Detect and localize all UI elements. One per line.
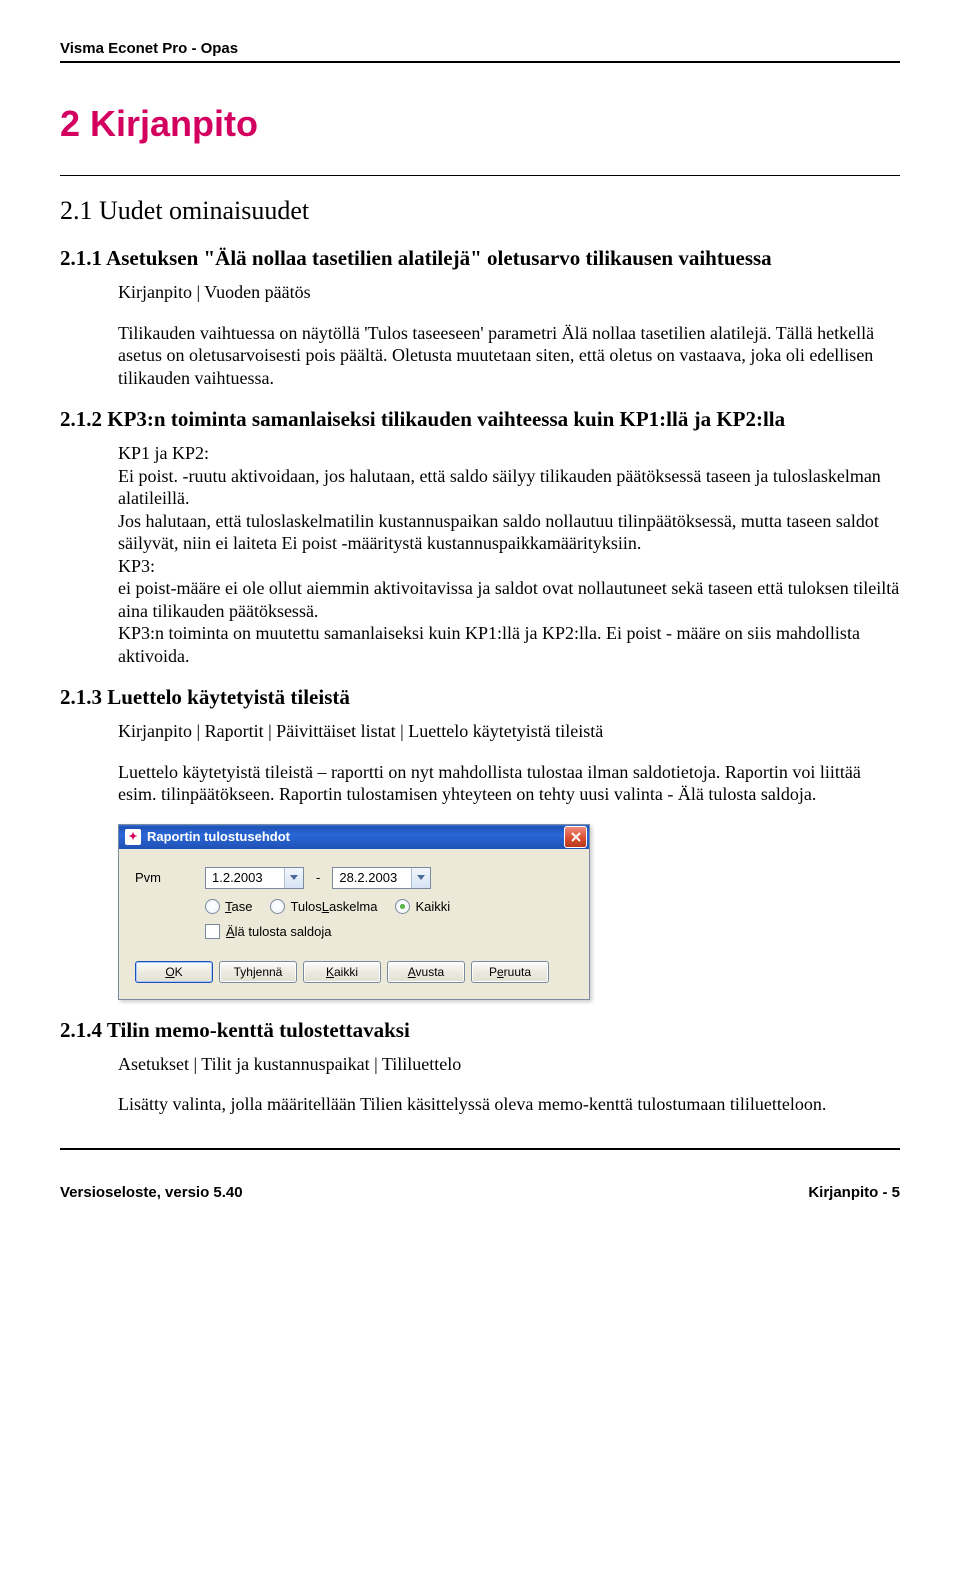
subsection-2-1-3-title: 2.1.3 Luettelo käytetyistä tileistä	[60, 685, 900, 710]
section-2-1-4-body: Lisätty valinta, jolla määritellään Tili…	[118, 1093, 900, 1116]
section-2-1-4-nav: Asetukset | Tilit ja kustannuspaikat | T…	[118, 1053, 900, 1076]
report-type-radiogroup: Tase TulosLaskelma Kaikki	[205, 899, 573, 914]
doc-header: Visma Econet Pro - Opas	[60, 40, 900, 59]
section-2-1-3-nav: Kirjanpito | Raportit | Päivittäiset lis…	[118, 720, 900, 743]
kaikki-button[interactable]: Kaikki	[303, 961, 381, 983]
footer-rule	[60, 1148, 900, 1150]
radio-tase-label: Tase	[225, 899, 252, 914]
date-to-value: 28.2.2003	[333, 870, 411, 885]
peruuta-button[interactable]: Peruuta	[471, 961, 549, 983]
radio-kaikki-label: Kaikki	[415, 899, 450, 914]
app-icon: ✦	[125, 829, 141, 845]
close-icon	[571, 832, 581, 842]
checkbox-ala-tulosta-saldoja[interactable]: Älä tulosta saldoja	[205, 924, 573, 939]
subsection-2-1-2-title: 2.1.2 KP3:n toiminta samanlaiseksi tilik…	[60, 407, 900, 432]
avusta-button[interactable]: Avusta	[387, 961, 465, 983]
chevron-down-icon	[417, 875, 425, 880]
dialog-title: Raportin tulostusehdot	[147, 829, 564, 844]
date-from-value: 1.2.2003	[206, 870, 284, 885]
pvm-label: Pvm	[135, 870, 205, 885]
radio-tase[interactable]: Tase	[205, 899, 252, 914]
checkbox-label: Älä tulosta saldoja	[226, 924, 332, 939]
checkbox-box	[205, 924, 220, 939]
dialog-title-bar[interactable]: ✦ Raportin tulostusehdot	[119, 825, 589, 849]
footer-right: Kirjanpito - 5	[808, 1184, 900, 1201]
date-from-combo[interactable]: 1.2.2003	[205, 867, 304, 889]
chevron-down-icon	[290, 875, 298, 880]
section-2-1-3-body: Luettelo käytetyistä tileistä – raportti…	[118, 761, 900, 806]
date-from-dropdown[interactable]	[284, 868, 303, 888]
radio-tuloslaskelma-label: TulosLaskelma	[290, 899, 377, 914]
tyhjenna-button[interactable]: Tyhjennä	[219, 961, 297, 983]
chapter-rule	[60, 175, 900, 176]
section-2-1-1-nav: Kirjanpito | Vuoden päätös	[118, 281, 900, 304]
date-range-separator: -	[316, 870, 320, 885]
radio-tuloslaskelma[interactable]: TulosLaskelma	[270, 899, 377, 914]
ok-button[interactable]: OK	[135, 961, 213, 983]
top-rule	[60, 61, 900, 63]
section-2-1-title: 2.1 Uudet ominaisuudet	[60, 196, 900, 226]
chapter-title: 2 Kirjanpito	[60, 103, 900, 145]
section-2-1-1-body: Tilikauden vaihtuessa on näytöllä 'Tulos…	[118, 322, 900, 390]
radio-kaikki[interactable]: Kaikki	[395, 899, 450, 914]
close-button[interactable]	[564, 826, 587, 848]
radio-tase-circle	[205, 899, 220, 914]
subsection-2-1-1-title: 2.1.1 Asetuksen "Älä nollaa tasetilien a…	[60, 246, 900, 271]
print-options-dialog: ✦ Raportin tulostusehdot Pvm 1.2.2003 -	[118, 824, 590, 1000]
date-to-combo[interactable]: 28.2.2003	[332, 867, 431, 889]
radio-kaikki-circle	[395, 899, 410, 914]
date-to-dropdown[interactable]	[411, 868, 430, 888]
section-2-1-2-body: KP1 ja KP2: Ei poist. -ruutu aktivoidaan…	[118, 442, 900, 667]
subsection-2-1-4-title: 2.1.4 Tilin memo-kenttä tulostettavaksi	[60, 1018, 900, 1043]
radio-tuloslaskelma-circle	[270, 899, 285, 914]
footer-left: Versioseloste, versio 5.40	[60, 1184, 243, 1201]
